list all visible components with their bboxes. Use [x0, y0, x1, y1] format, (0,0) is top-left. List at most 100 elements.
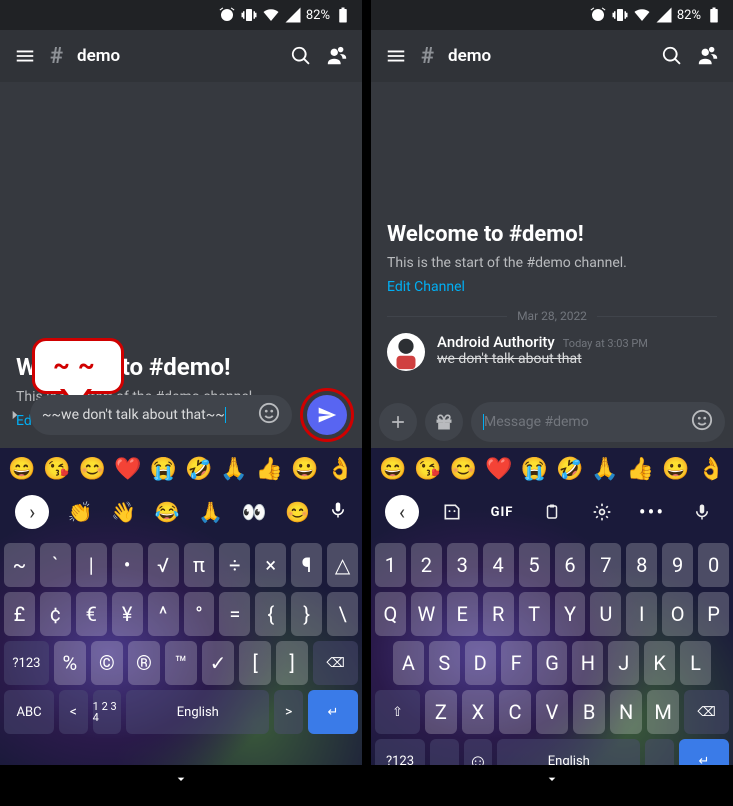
key[interactable]: ÷: [219, 543, 250, 587]
key[interactable]: 6: [555, 543, 586, 587]
emoji[interactable]: 😀: [291, 457, 318, 482]
key[interactable]: 2: [411, 543, 442, 587]
backspace-key[interactable]: ⌫: [684, 690, 729, 734]
key[interactable]: 5: [519, 543, 550, 587]
key[interactable]: £: [4, 592, 35, 636]
enter-key[interactable]: ↵: [308, 690, 358, 734]
emoji[interactable]: 🙏: [591, 457, 618, 482]
emoji[interactable]: 👌: [327, 457, 354, 482]
message-input[interactable]: Message #demo: [471, 402, 725, 442]
key[interactable]: [: [239, 641, 271, 685]
key[interactable]: {: [255, 592, 286, 636]
backspace-key[interactable]: ⌫: [313, 641, 358, 685]
key[interactable]: ©: [91, 641, 123, 685]
key-greater[interactable]: >: [274, 690, 303, 734]
chevron-right-icon[interactable]: ›: [15, 495, 49, 529]
key[interactable]: H: [572, 641, 603, 685]
gear-icon[interactable]: [585, 495, 619, 529]
add-attachment-button[interactable]: [379, 403, 417, 441]
emoji[interactable]: 😀: [662, 457, 689, 482]
emoji[interactable]: 🤣: [556, 457, 583, 482]
key[interactable]: 1: [375, 543, 406, 587]
key-mode[interactable]: ?123: [4, 641, 49, 685]
message-author[interactable]: Android Authority: [437, 333, 555, 351]
message-input[interactable]: ~~we don't talk about that~~: [30, 395, 292, 435]
keyboard[interactable]: 😄 😘 😊 ❤️ 😭 🤣 🙏 👍 😀 👌 › 👏 👋 😂 🙏 👀 😊 ~ `: [0, 448, 362, 790]
members-icon[interactable]: [697, 45, 719, 67]
key[interactable]: O: [662, 592, 693, 636]
key[interactable]: ¶: [291, 543, 322, 587]
key[interactable]: ¢: [40, 592, 71, 636]
emoji[interactable]: 👌: [698, 457, 725, 482]
emoji-suggestion-row[interactable]: 😄 😘 😊 ❤️ 😭 🤣 🙏 👍 😀 👌: [0, 448, 362, 490]
key[interactable]: X: [462, 690, 494, 734]
key[interactable]: °: [184, 592, 215, 636]
emoji[interactable]: 😭: [150, 457, 177, 482]
key[interactable]: π: [184, 543, 215, 587]
keyboard[interactable]: 😄 😘 😊 ❤️ 😭 🤣 🙏 👍 😀 👌 ‹ GIF ••• 1 2 3: [371, 448, 733, 790]
search-icon[interactable]: [661, 45, 683, 67]
key[interactable]: E: [447, 592, 478, 636]
emoji[interactable]: 😊: [450, 457, 477, 482]
emoji[interactable]: 👀: [242, 500, 267, 524]
emoji[interactable]: 😄: [379, 457, 406, 482]
mic-icon[interactable]: [329, 500, 347, 524]
key[interactable]: B: [573, 690, 605, 734]
chevron-down-icon[interactable]: [544, 771, 560, 787]
emoji[interactable]: 😊: [79, 457, 106, 482]
emoji[interactable]: 😭: [521, 457, 548, 482]
key[interactable]: T: [519, 592, 550, 636]
key[interactable]: √: [148, 543, 179, 587]
key[interactable]: 3: [447, 543, 478, 587]
emoji[interactable]: 😘: [414, 457, 441, 482]
key[interactable]: \: [327, 592, 358, 636]
key[interactable]: S: [429, 641, 460, 685]
key[interactable]: W: [411, 592, 442, 636]
emoji[interactable]: 👍: [627, 457, 654, 482]
emoji[interactable]: 😊: [285, 500, 310, 524]
emoji[interactable]: 🙏: [220, 457, 247, 482]
key[interactable]: •: [112, 543, 143, 587]
key[interactable]: Z: [425, 690, 457, 734]
emoji[interactable]: 👍: [256, 457, 283, 482]
key[interactable]: Y: [555, 592, 586, 636]
emoji-suggestion-row[interactable]: 😄 😘 😊 ❤️ 😭 🤣 🙏 👍 😀 👌: [371, 448, 733, 490]
emoji[interactable]: 👋: [111, 500, 136, 524]
key[interactable]: D: [465, 641, 496, 685]
chevron-left-icon[interactable]: ‹: [385, 495, 419, 529]
key[interactable]: 9: [662, 543, 693, 587]
key[interactable]: 4: [483, 543, 514, 587]
key[interactable]: N: [610, 690, 642, 734]
key[interactable]: }: [291, 592, 322, 636]
key[interactable]: ×: [255, 543, 286, 587]
chevron-right-icon[interactable]: [8, 406, 22, 424]
key[interactable]: I: [626, 592, 657, 636]
menu-icon[interactable]: [385, 45, 407, 67]
clipboard-icon[interactable]: [535, 495, 569, 529]
key-less[interactable]: <: [59, 690, 88, 734]
key[interactable]: ~: [4, 543, 35, 587]
key[interactable]: ^: [148, 592, 179, 636]
gif-icon[interactable]: GIF: [485, 495, 519, 529]
key[interactable]: €: [76, 592, 107, 636]
emoji[interactable]: 🤣: [185, 457, 212, 482]
key[interactable]: U: [590, 592, 621, 636]
emoji-picker-icon[interactable]: [691, 409, 713, 435]
key[interactable]: F: [501, 641, 532, 685]
emoji[interactable]: ❤️: [485, 457, 512, 482]
members-icon[interactable]: [326, 45, 348, 67]
avatar[interactable]: [387, 333, 425, 371]
send-button[interactable]: [307, 395, 347, 435]
shift-key[interactable]: ⇧: [375, 690, 420, 734]
chevron-down-icon[interactable]: [173, 771, 189, 787]
key[interactable]: J: [608, 641, 639, 685]
key-abc[interactable]: ABC: [4, 690, 54, 734]
space-key[interactable]: English: [126, 690, 269, 734]
key[interactable]: A: [393, 641, 424, 685]
key[interactable]: V: [536, 690, 568, 734]
emoji[interactable]: 👏: [68, 500, 93, 524]
key[interactable]: △: [327, 543, 358, 587]
key[interactable]: ]: [276, 641, 308, 685]
emoji-picker-icon[interactable]: [258, 402, 280, 428]
key[interactable]: R: [483, 592, 514, 636]
